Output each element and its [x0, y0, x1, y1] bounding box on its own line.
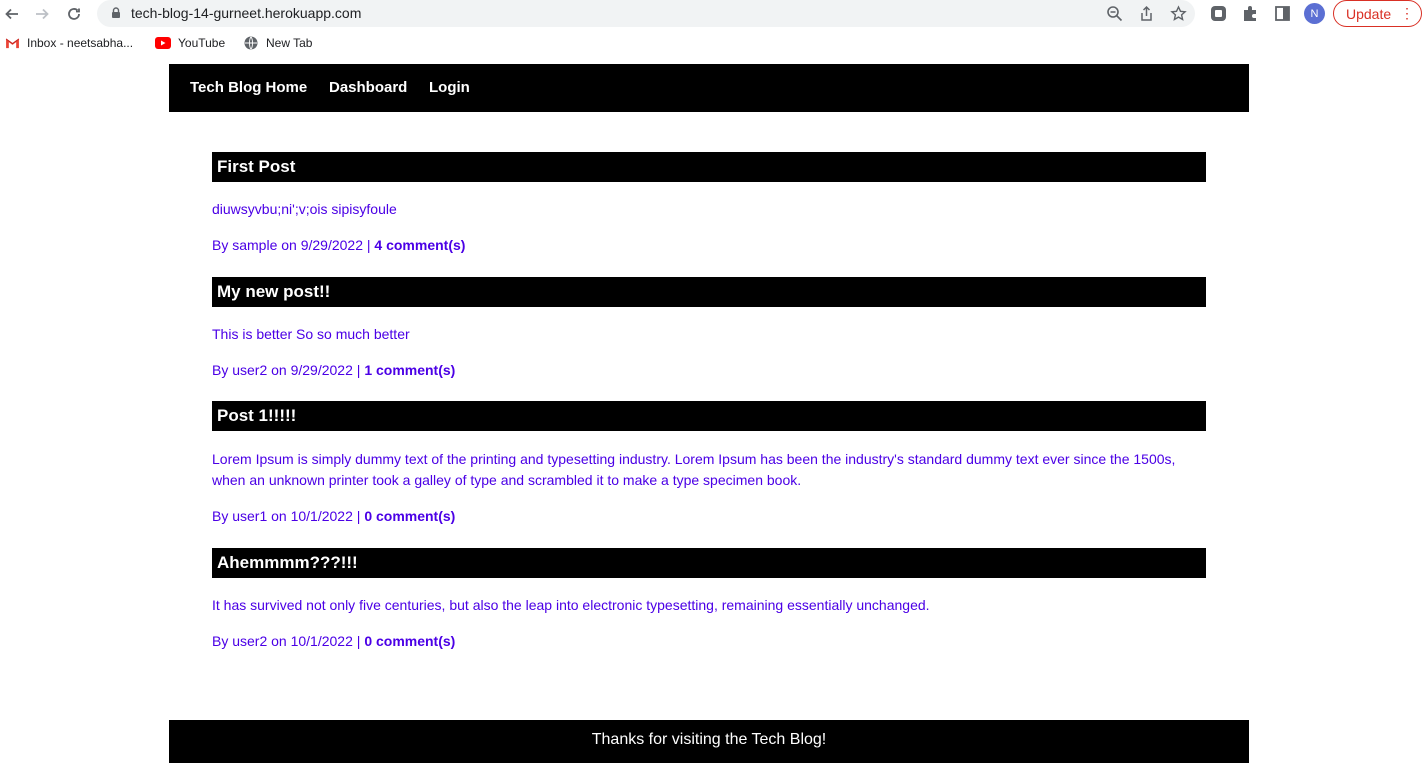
post-title[interactable]: First Post [212, 152, 1206, 182]
post-body: Lorem Ipsum is simply dummy text of the … [212, 451, 1176, 488]
post-author-date: By user1 on 10/1/2022 | [212, 508, 361, 524]
extension-app-icon[interactable] [1209, 4, 1228, 23]
update-label: Update [1346, 5, 1392, 22]
browser-toolbar: tech-blog-14-gurneet.herokuapp.com N Upd… [0, 0, 1422, 27]
update-button[interactable]: Update ⋮ [1333, 0, 1422, 27]
lock-icon [109, 6, 123, 20]
back-arrow-icon[interactable] [1, 3, 23, 25]
post-author-date: By sample on 9/29/2022 | [212, 237, 371, 253]
profile-avatar[interactable]: N [1304, 3, 1325, 24]
address-bar[interactable]: tech-blog-14-gurneet.herokuapp.com [97, 0, 1195, 27]
post-meta: By sample on 9/29/2022 | 4 comment(s) [212, 237, 465, 253]
post-title[interactable]: My new post!! [212, 277, 1206, 307]
youtube-icon [155, 36, 171, 50]
bookmark-label: YouTube [178, 36, 226, 50]
post-body: This is better So so much better [212, 326, 410, 342]
side-panel-icon[interactable] [1273, 4, 1292, 23]
post-title[interactable]: Post 1!!!!! [212, 401, 1206, 431]
share-icon[interactable] [1138, 5, 1155, 22]
post-meta: By user2 on 9/29/2022 | 1 comment(s) [212, 362, 455, 378]
bookmarks-bar: Inbox - neetsabha... YouTube New Tab [0, 32, 1422, 58]
extensions-puzzle-icon[interactable] [1241, 4, 1260, 23]
bookmark-youtube[interactable]: YouTube [155, 36, 225, 50]
reload-icon[interactable] [63, 3, 85, 25]
bookmark-new-tab[interactable]: New Tab [243, 36, 312, 50]
gmail-icon [4, 36, 20, 50]
site-footer: Thanks for visiting the Tech Blog! [169, 720, 1249, 763]
bookmark-label: Inbox - neetsabha... [27, 36, 134, 50]
bookmark-star-icon[interactable] [1170, 5, 1187, 22]
post-title[interactable]: Ahemmmm???!!! [212, 548, 1206, 578]
footer-text: Thanks for visiting the Tech Blog! [591, 731, 827, 748]
post-comments-link[interactable]: 0 comment(s) [364, 508, 455, 524]
url-text: tech-blog-14-gurneet.herokuapp.com [131, 5, 362, 21]
site-header: Tech Blog Home Dashboard Login [169, 64, 1249, 112]
nav-dashboard-link[interactable]: Dashboard [329, 79, 407, 96]
bookmark-gmail[interactable]: Inbox - neetsabha... [4, 36, 133, 50]
bookmark-label: New Tab [266, 36, 313, 50]
post-meta: By user1 on 10/1/2022 | 0 comment(s) [212, 508, 455, 524]
post-author-date: By user2 on 10/1/2022 | [212, 633, 361, 649]
nav-login-link[interactable]: Login [429, 79, 470, 96]
post-body: diuwsyvbu;ni';v;ois sipisyfoule [212, 201, 397, 217]
post-comments-link[interactable]: 4 comment(s) [374, 237, 465, 253]
zoom-icon[interactable] [1106, 5, 1123, 22]
post-comments-link[interactable]: 1 comment(s) [364, 362, 455, 378]
menu-dots-icon: ⋮ [1400, 5, 1414, 21]
post-author-date: By user2 on 9/29/2022 | [212, 362, 361, 378]
post-meta: By user2 on 10/1/2022 | 0 comment(s) [212, 633, 455, 649]
nav-home-link[interactable]: Tech Blog Home [190, 79, 307, 96]
globe-icon [243, 36, 259, 50]
post-body: It has survived not only five centuries,… [212, 597, 930, 613]
post-comments-link[interactable]: 0 comment(s) [364, 633, 455, 649]
forward-arrow-icon[interactable] [31, 3, 53, 25]
